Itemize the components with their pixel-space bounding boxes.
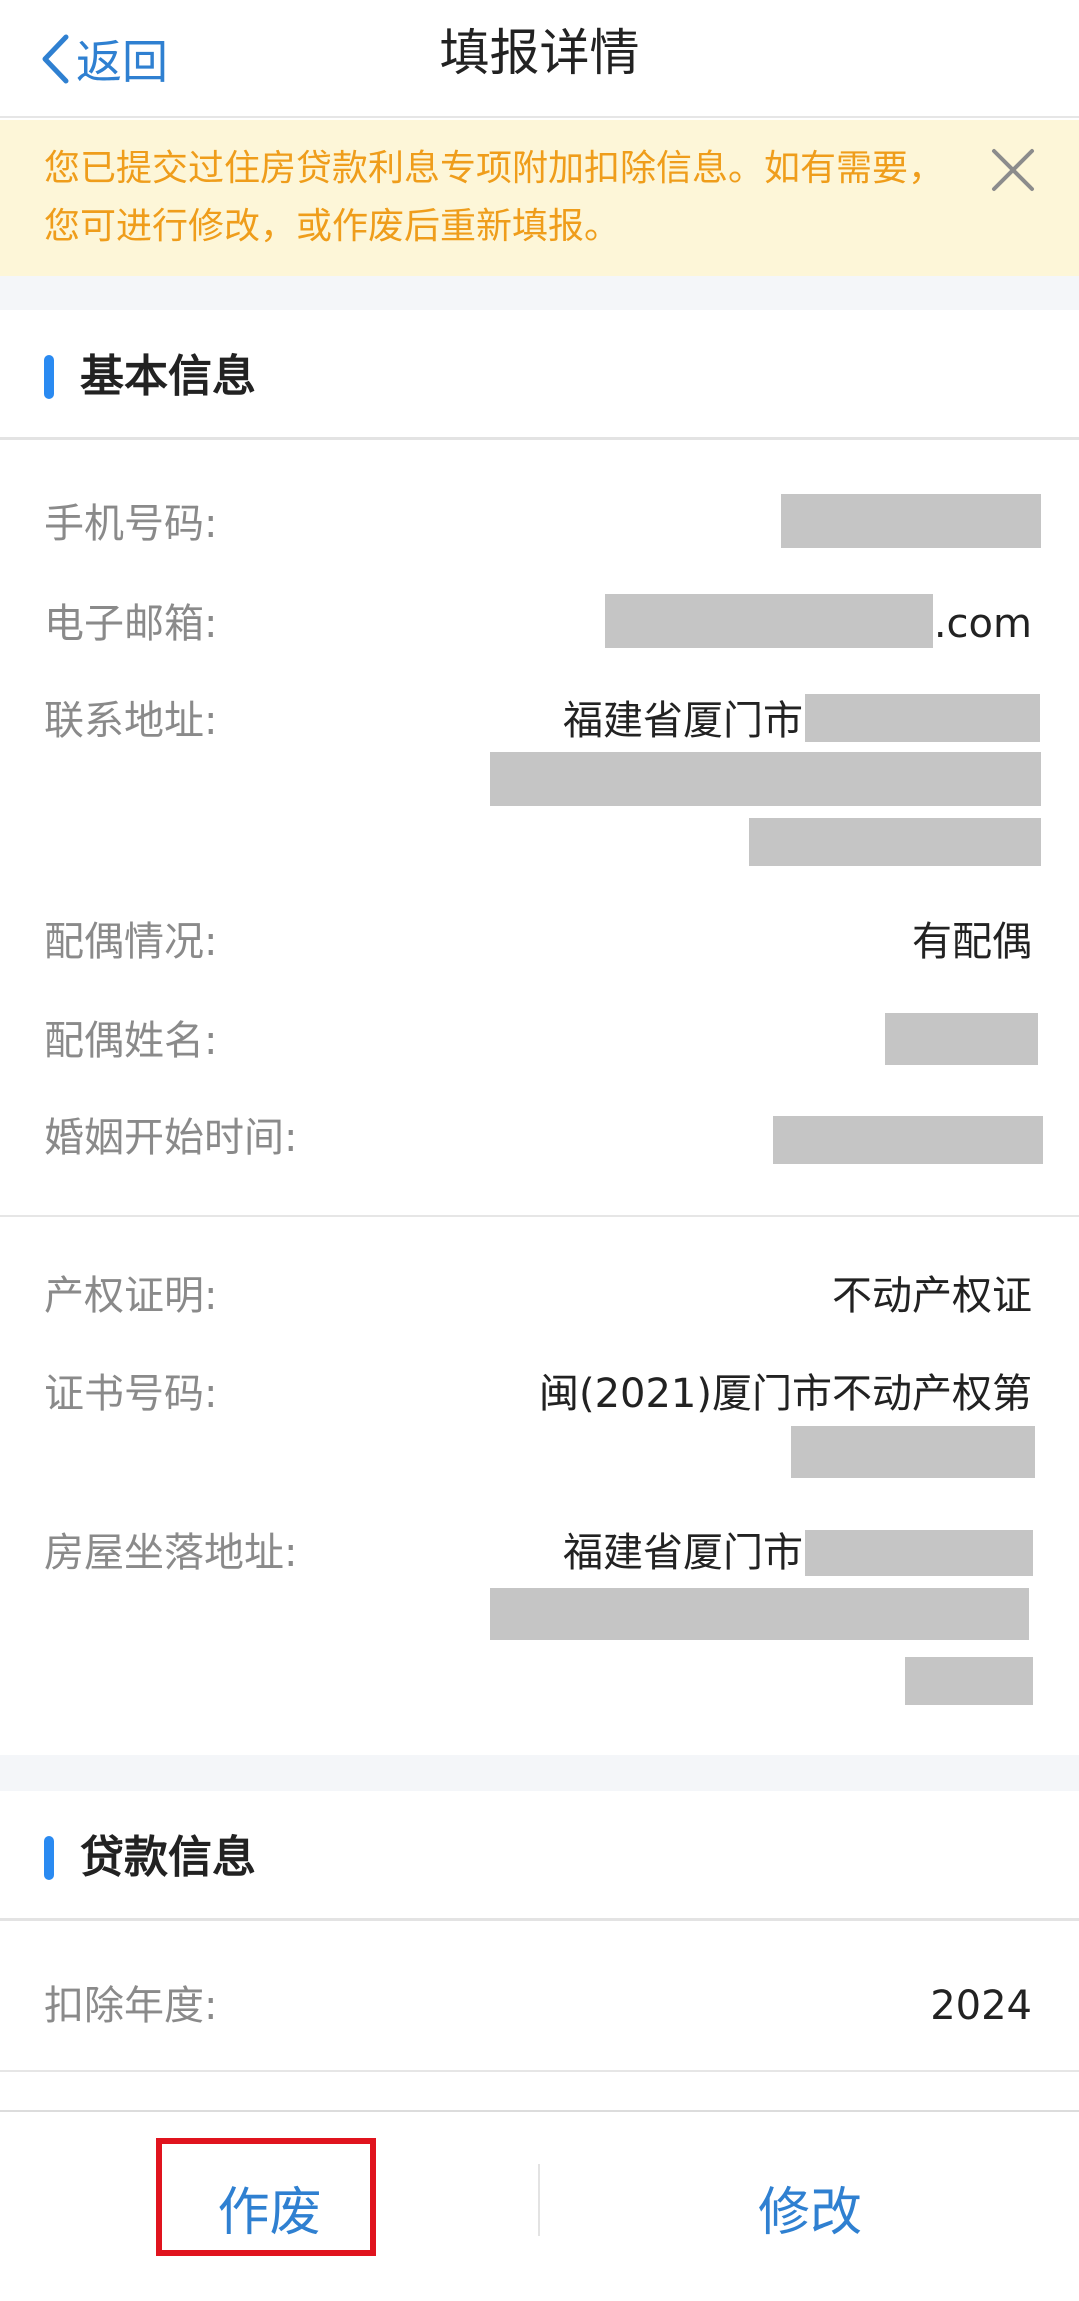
- section-accent-bar: [44, 355, 54, 399]
- notice-banner: 您已提交过住房贷款利息专项附加扣除信息。如有需要，您可进行修改，或作废后重新填报…: [0, 120, 1079, 276]
- marriage-date-label: 婚姻开始时间:: [44, 1115, 298, 1161]
- close-icon[interactable]: [988, 145, 1038, 195]
- divider: [0, 1215, 1079, 1217]
- spouse-name-label: 配偶姓名:: [44, 1018, 218, 1064]
- section-header-loan-info: 贷款信息: [0, 1791, 1079, 1921]
- page-title: 填报详情: [439, 24, 640, 82]
- section-header-basic-info: 基本信息: [0, 310, 1079, 440]
- nav-bar: 返回 填报详情: [0, 0, 1079, 118]
- redacted-spouse-name: [885, 1013, 1038, 1065]
- redacted-cert-no: [791, 1426, 1035, 1478]
- section-gap: [0, 1755, 1079, 1791]
- property-proof-label: 产权证明:: [44, 1273, 218, 1319]
- edit-button[interactable]: 修改: [541, 2112, 1079, 2301]
- phone-label: 手机号码:: [44, 501, 218, 547]
- house-address-label: 房屋坐落地址:: [44, 1530, 298, 1576]
- house-address-prefix: 福建省厦门市: [563, 1530, 803, 1576]
- redacted-marriage-date: [773, 1116, 1043, 1164]
- redacted-phone: [781, 494, 1041, 548]
- section-accent-bar: [44, 1836, 54, 1880]
- redacted-house-address-line-1: [805, 1530, 1033, 1576]
- deduction-year-label: 扣除年度:: [44, 1983, 218, 2029]
- redacted-address-line-3: [749, 818, 1041, 866]
- button-separator: [538, 2164, 540, 2236]
- section-title: 基本信息: [80, 351, 256, 402]
- redacted-house-address-line-3: [905, 1657, 1033, 1705]
- property-proof-value: 不动产权证: [832, 1273, 1032, 1319]
- address-label: 联系地址:: [44, 698, 218, 744]
- redacted-address-line-2: [490, 752, 1041, 806]
- notice-text: 您已提交过住房贷款利息专项附加扣除信息。如有需要，您可进行修改，或作废后重新填报…: [44, 148, 945, 247]
- spouse-status-value: 有配偶: [912, 919, 1032, 965]
- email-label: 电子邮箱:: [44, 601, 218, 647]
- redacted-house-address-line-2: [490, 1588, 1029, 1640]
- spouse-status-label: 配偶情况:: [44, 919, 218, 965]
- cert-no-value: 闽(2021)厦门市不动产权第: [538, 1371, 1032, 1417]
- email-suffix: .com: [933, 601, 1032, 647]
- cert-no-label: 证书号码:: [44, 1371, 218, 1417]
- section-gap: [0, 276, 1079, 310]
- redacted-address-line-1: [805, 694, 1040, 742]
- section-title: 贷款信息: [80, 1832, 256, 1883]
- deduction-year-value: 2024: [930, 1983, 1032, 2029]
- redacted-email: [605, 594, 933, 648]
- highlight-box: [156, 2138, 376, 2256]
- address-prefix: 福建省厦门市: [563, 698, 803, 744]
- divider: [0, 2070, 1079, 2072]
